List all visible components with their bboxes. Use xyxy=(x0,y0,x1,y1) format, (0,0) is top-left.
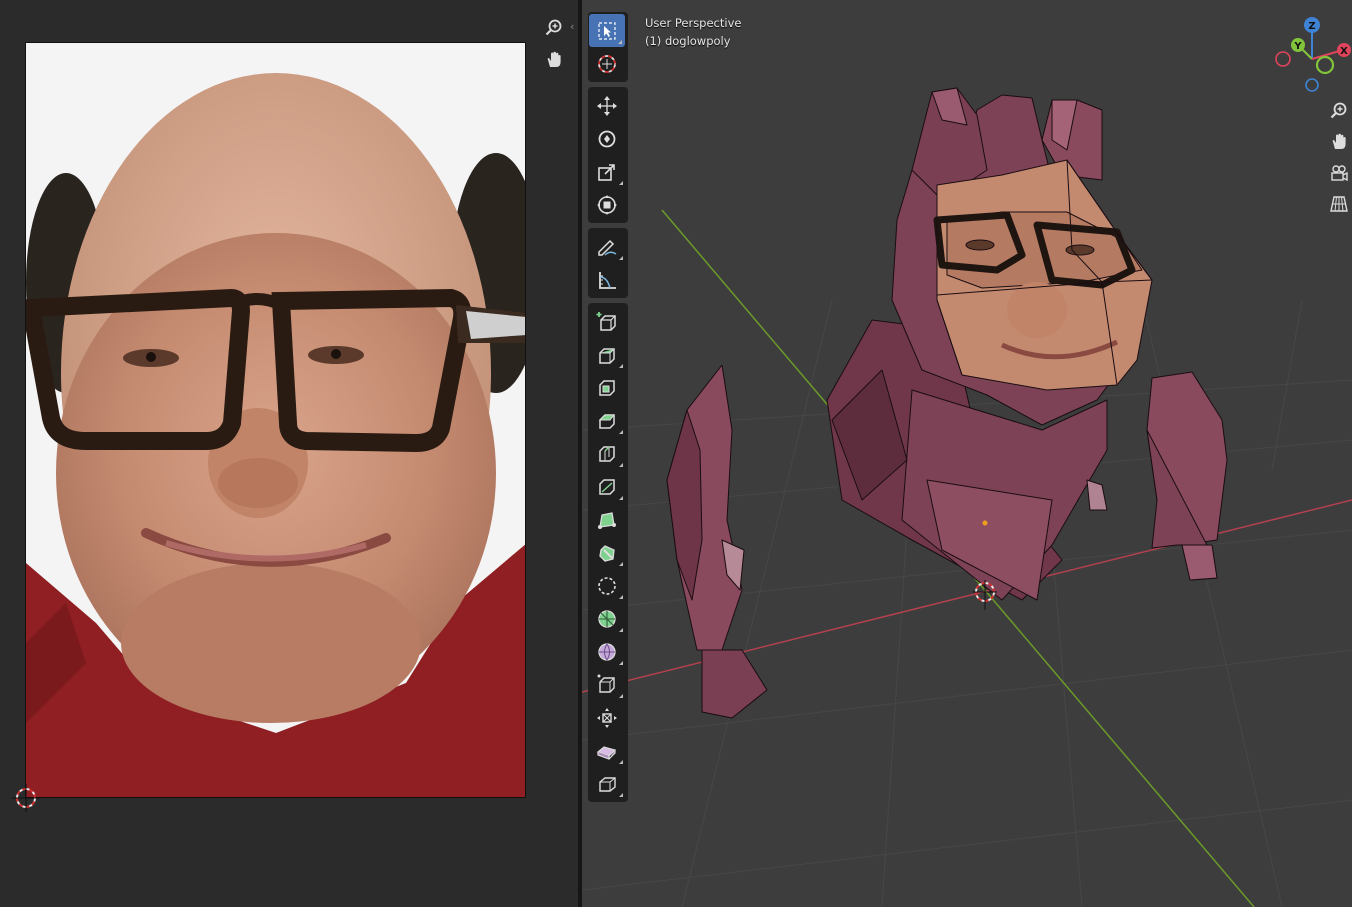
tool-group-mesh-edit xyxy=(588,303,628,802)
3d-viewport[interactable]: User Perspective (1) doglowpoly Z Y X xyxy=(582,0,1352,907)
loop-cut-icon[interactable] xyxy=(588,437,626,470)
select-box-icon[interactable] xyxy=(589,14,625,47)
uv-navigation xyxy=(540,14,570,78)
gizmo-y-label: Y xyxy=(1293,41,1302,52)
poly-build-icon[interactable] xyxy=(588,503,626,536)
hand-pan-icon[interactable] xyxy=(1326,129,1352,155)
gizmo-z-label: Z xyxy=(1308,21,1315,32)
tool-group-transform xyxy=(588,87,628,223)
zoom-icon[interactable] xyxy=(1326,98,1352,124)
uv-texture-image[interactable] xyxy=(25,42,526,798)
3d-cursor-icon[interactable] xyxy=(973,580,997,610)
smooth-vertices-icon[interactable] xyxy=(588,569,626,602)
scale-icon[interactable] xyxy=(588,155,626,188)
edge-slide-icon[interactable] xyxy=(588,602,626,635)
hand-pan-icon[interactable] xyxy=(540,46,568,74)
rotate-icon[interactable] xyxy=(588,122,626,155)
zoom-icon[interactable] xyxy=(540,14,568,42)
uv-2d-cursor-icon[interactable] xyxy=(12,784,40,812)
sidebar-toggle-arrow[interactable]: ‹ xyxy=(570,20,574,33)
shear-icon[interactable] xyxy=(588,668,626,701)
tool-group-annotate xyxy=(588,228,628,298)
transform-icon[interactable] xyxy=(588,188,626,221)
move-icon[interactable] xyxy=(588,89,626,122)
knife-project-icon[interactable] xyxy=(588,767,626,800)
viewport-navigation xyxy=(1326,98,1352,222)
rip-region-icon[interactable] xyxy=(588,701,626,734)
ortho-grid-icon[interactable] xyxy=(1326,191,1352,217)
bevel-icon[interactable] xyxy=(588,404,626,437)
doglowpoly-mesh[interactable] xyxy=(582,0,1352,907)
navigation-gizmo[interactable]: Z Y X xyxy=(1270,12,1352,98)
tool-group-select xyxy=(588,12,628,82)
knife-icon[interactable] xyxy=(588,470,626,503)
uv-editor[interactable]: ‹ xyxy=(0,0,578,907)
camera-view-icon[interactable] xyxy=(1326,160,1352,186)
to-sphere-icon[interactable] xyxy=(588,734,626,767)
gizmo-neg-x-axis[interactable] xyxy=(1275,51,1291,67)
spin-icon[interactable] xyxy=(588,536,626,569)
measure-icon[interactable] xyxy=(588,263,626,296)
tool-shelf xyxy=(588,12,628,807)
viewport-info: User Perspective (1) doglowpoly xyxy=(645,14,741,50)
gizmo-x-label: X xyxy=(1340,46,1348,57)
extrude-region-icon[interactable] xyxy=(588,338,626,371)
blender-window: ‹ User Perspective (1) doglowpoly Z Y X xyxy=(0,0,1352,907)
annotate-icon[interactable] xyxy=(588,230,626,263)
cursor-icon[interactable] xyxy=(588,47,626,80)
view-mode-label: User Perspective xyxy=(645,16,742,30)
gizmo-neg-y-axis[interactable] xyxy=(1315,55,1335,75)
gizmo-neg-z-axis[interactable] xyxy=(1305,78,1319,92)
active-object-label: (1) doglowpoly xyxy=(645,34,731,48)
shrink-fatten-icon[interactable] xyxy=(588,635,626,668)
inset-faces-icon[interactable] xyxy=(588,371,626,404)
add-cube-icon[interactable] xyxy=(588,305,626,338)
